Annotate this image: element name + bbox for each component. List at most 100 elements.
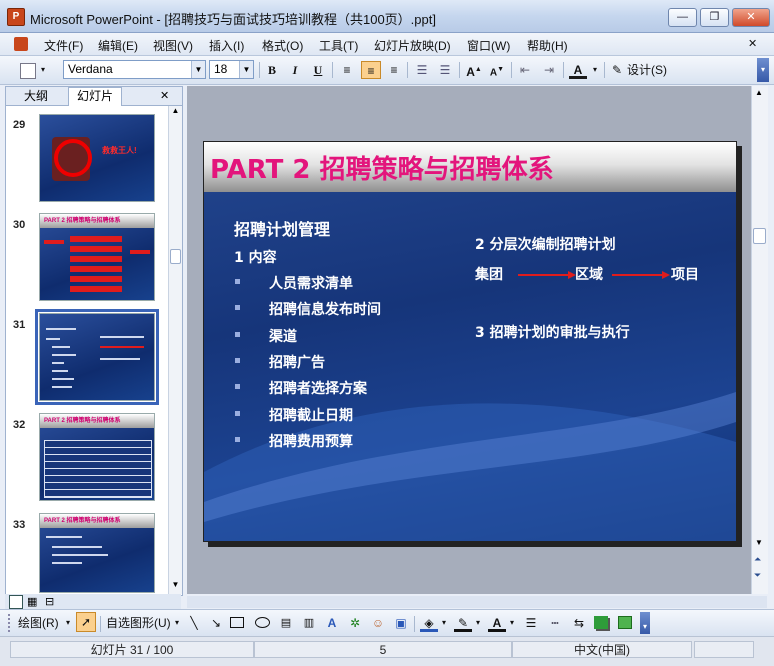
- bullets-icon[interactable]: ☰: [436, 61, 454, 79]
- scroll-down-icon[interactable]: ▼: [170, 580, 181, 592]
- slide-title[interactable]: PART 2 招聘策略与招聘体系: [210, 149, 554, 186]
- previous-slide-icon[interactable]: ⏶: [754, 554, 761, 565]
- increase-font-icon[interactable]: A▲: [465, 61, 483, 79]
- text-color-icon[interactable]: A: [488, 614, 506, 632]
- content-item-2[interactable]: 2 分层次编制招聘计划: [475, 234, 616, 254]
- slide-thumbnail-29[interactable]: 救救王人!: [39, 114, 155, 202]
- line-color-icon[interactable]: ✎: [454, 614, 472, 632]
- select-pointer-icon[interactable]: ➚: [76, 612, 96, 632]
- menu-slideshow[interactable]: 幻灯片放映(D): [374, 37, 451, 54]
- picture-icon[interactable]: ▣: [393, 614, 409, 632]
- scroll-down-icon[interactable]: ▼: [755, 538, 763, 547]
- autoshapes-button[interactable]: 自选图形(U): [106, 614, 171, 632]
- decrease-indent-icon[interactable]: ⇤: [516, 61, 534, 79]
- left-heading[interactable]: 招聘计划管理: [234, 216, 330, 240]
- scroll-up-icon[interactable]: ▲: [170, 106, 181, 118]
- shadow-style-icon[interactable]: [594, 616, 608, 629]
- wordart-icon[interactable]: A: [324, 614, 340, 632]
- chevron-down-icon[interactable]: ▾: [64, 614, 72, 632]
- restore-button[interactable]: ❐: [700, 8, 729, 27]
- chevron-down-icon[interactable]: ▾: [590, 61, 600, 79]
- flow-node-group[interactable]: 集团: [475, 264, 503, 284]
- normal-view-icon[interactable]: [9, 595, 23, 609]
- diagram-icon[interactable]: ✲: [347, 614, 363, 632]
- menu-tools[interactable]: 工具(T): [319, 37, 358, 54]
- align-center-icon[interactable]: ≡: [361, 61, 381, 79]
- slide-thumbnail-32[interactable]: PART 2 招聘策略与招聘体系: [39, 413, 155, 501]
- minimize-button[interactable]: —: [668, 8, 697, 27]
- rectangle-icon[interactable]: [230, 617, 244, 628]
- oval-icon[interactable]: [255, 617, 270, 628]
- line-style-icon[interactable]: ☰: [522, 614, 540, 632]
- increase-indent-icon[interactable]: ⇥: [540, 61, 558, 79]
- italic-button[interactable]: I: [286, 61, 304, 79]
- underline-button[interactable]: U: [309, 61, 327, 79]
- new-document-icon[interactable]: [20, 63, 36, 79]
- main-vertical-scrollbar[interactable]: ▲ ▼ ⏶ ⏷: [751, 86, 768, 594]
- chevron-down-icon[interactable]: ▼: [191, 61, 205, 78]
- slides-panel-scrollbar[interactable]: ▲ ▼: [168, 106, 182, 594]
- content-item-1[interactable]: 1 内容: [234, 247, 277, 267]
- fill-color-icon[interactable]: ◈: [420, 614, 438, 632]
- font-color-icon[interactable]: A: [569, 61, 587, 79]
- slide-thumbnail-31[interactable]: [35, 309, 159, 405]
- current-slide[interactable]: PART 2 招聘策略与招聘体系 招聘计划管理 1 内容 人员需求清单 招聘信息…: [203, 141, 737, 542]
- chevron-down-icon[interactable]: ▾: [38, 61, 48, 79]
- slide-sorter-icon[interactable]: ▦: [27, 595, 37, 608]
- chevron-down-icon[interactable]: ▾: [173, 614, 181, 632]
- font-size-combo[interactable]: 18 ▼: [209, 60, 254, 79]
- bullet-text[interactable]: 招聘截止日期: [269, 405, 353, 425]
- powerpoint-app-icon[interactable]: P: [7, 8, 25, 26]
- menu-insert[interactable]: 插入(I): [209, 37, 244, 54]
- clipart-icon[interactable]: ☺: [370, 614, 386, 632]
- scrollbar-thumb[interactable]: [753, 228, 766, 244]
- chevron-down-icon[interactable]: ▼: [239, 61, 253, 78]
- menu-edit[interactable]: 编辑(E): [98, 37, 138, 54]
- document-icon[interactable]: [14, 37, 28, 51]
- menu-format[interactable]: 格式(O): [262, 37, 303, 54]
- decrease-font-icon[interactable]: A▼: [488, 61, 506, 79]
- textbox-icon[interactable]: ▤: [278, 614, 294, 632]
- align-right-icon[interactable]: ≡: [385, 61, 403, 79]
- align-left-icon[interactable]: ≡: [338, 61, 356, 79]
- font-name-combo[interactable]: Verdana ▼: [63, 60, 206, 79]
- arrow-style-icon[interactable]: ⇆: [570, 614, 588, 632]
- vertical-textbox-icon[interactable]: ▥: [301, 614, 317, 632]
- numbering-icon[interactable]: ☰: [413, 61, 431, 79]
- menu-view[interactable]: 视图(V): [153, 37, 193, 54]
- arrow-icon[interactable]: ↘: [208, 614, 224, 632]
- flow-node-region[interactable]: 区域: [575, 264, 603, 284]
- toolbar-options-icon[interactable]: ▾: [640, 612, 650, 634]
- 3d-style-icon[interactable]: [618, 616, 632, 629]
- chevron-down-icon[interactable]: ▾: [474, 614, 482, 632]
- line-icon[interactable]: ╲: [186, 614, 202, 632]
- bold-button[interactable]: B: [263, 61, 281, 79]
- bullet-text[interactable]: 人员需求清单: [269, 273, 353, 293]
- slide-thumbnail-33[interactable]: PART 2 招聘策略与招聘体系: [39, 513, 155, 593]
- menu-file[interactable]: 文件(F): [44, 37, 83, 54]
- chevron-down-icon[interactable]: ▾: [508, 614, 516, 632]
- bullet-text[interactable]: 招聘广告: [269, 352, 325, 372]
- main-horizontal-scrollbar[interactable]: [187, 596, 767, 608]
- design-button[interactable]: 设计(S): [627, 61, 671, 79]
- bullet-text[interactable]: 招聘信息发布时间: [269, 299, 381, 319]
- scroll-up-icon[interactable]: ▲: [755, 88, 763, 97]
- slide-thumbnail-30[interactable]: PART 2 招聘策略与招聘体系: [39, 213, 155, 301]
- bullet-text[interactable]: 渠道: [269, 326, 297, 346]
- scrollbar-thumb[interactable]: [170, 249, 181, 264]
- slideshow-view-icon[interactable]: ⊟: [45, 595, 54, 608]
- next-slide-icon[interactable]: ⏷: [754, 570, 761, 581]
- menu-help[interactable]: 帮助(H): [527, 37, 568, 54]
- tab-slides[interactable]: 幻灯片: [68, 87, 123, 106]
- dash-style-icon[interactable]: ┅: [546, 614, 564, 632]
- flow-node-project[interactable]: 项目: [671, 264, 699, 284]
- menu-window[interactable]: 窗口(W): [467, 37, 510, 54]
- tab-outline[interactable]: 大纲: [16, 88, 56, 104]
- draw-menu-button[interactable]: 绘图(R): [18, 614, 59, 632]
- close-panel-icon[interactable]: ✕: [156, 88, 173, 104]
- content-item-3[interactable]: 3 招聘计划的审批与执行: [475, 322, 630, 342]
- toolbar-options-icon[interactable]: ▾: [757, 58, 769, 82]
- chevron-down-icon[interactable]: ▾: [440, 614, 448, 632]
- design-icon[interactable]: ✎: [610, 61, 624, 79]
- close-button[interactable]: ✕: [732, 8, 770, 27]
